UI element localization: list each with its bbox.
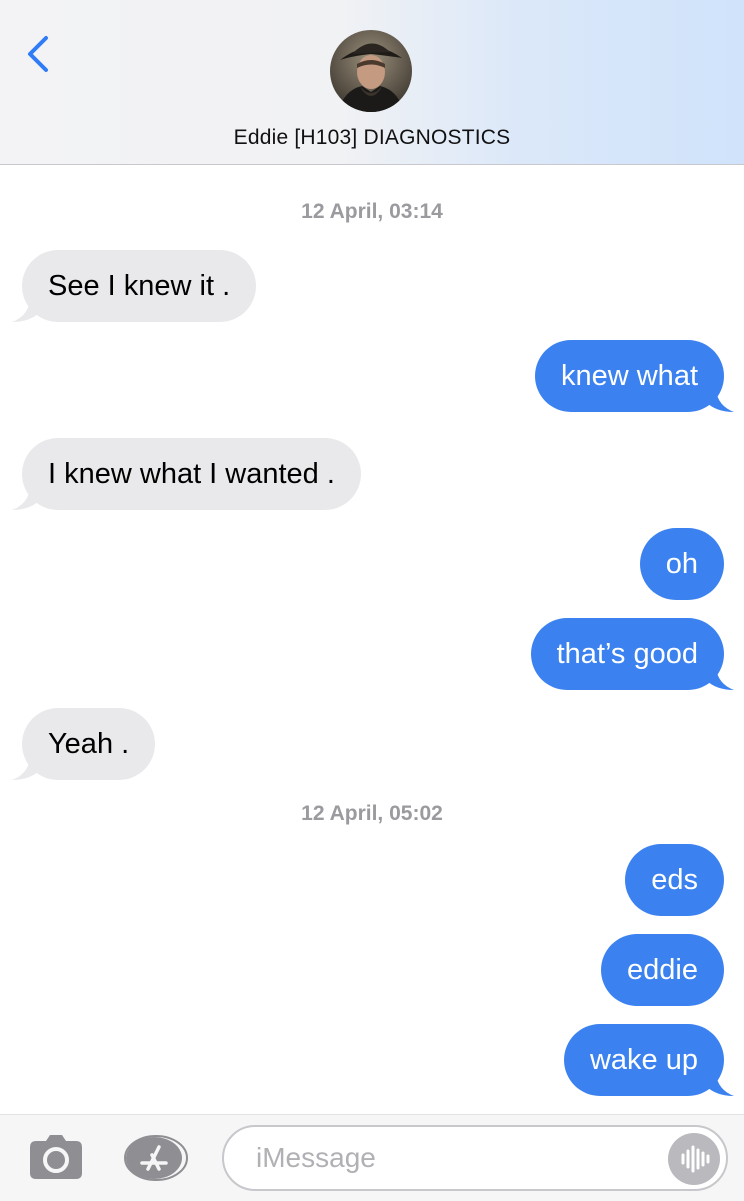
message-text: eds bbox=[651, 864, 698, 896]
avatar[interactable] bbox=[330, 30, 412, 112]
timestamp: 12 April, 05:02 bbox=[301, 802, 443, 825]
message-bubble-outgoing[interactable]: knew what bbox=[534, 340, 734, 412]
bubble-tail bbox=[12, 758, 40, 780]
message-bubble-outgoing[interactable]: eddie bbox=[601, 934, 724, 1006]
message-text: wake up bbox=[589, 1044, 698, 1076]
message-bubble-outgoing[interactable]: eds bbox=[625, 844, 724, 916]
bubble-tail bbox=[706, 1074, 734, 1096]
message-text: eddie bbox=[627, 954, 698, 986]
message-input[interactable]: iMessage bbox=[222, 1125, 728, 1191]
camera-button[interactable] bbox=[30, 1135, 82, 1179]
bubble-tail bbox=[706, 668, 734, 690]
chevron-left-icon bbox=[28, 36, 48, 72]
bubble-tail bbox=[706, 390, 734, 412]
timestamp: 12 April, 03:14 bbox=[301, 200, 443, 223]
app-store-button[interactable] bbox=[124, 1135, 188, 1181]
audio-message-button[interactable] bbox=[668, 1133, 720, 1185]
audio-waveform-icon bbox=[681, 1145, 710, 1173]
message-text: that’s good bbox=[556, 638, 698, 670]
conversation-header: Eddie [H103] DIAGNOSTICS bbox=[0, 0, 744, 165]
message-bubble-outgoing[interactable]: that’s good bbox=[530, 618, 734, 690]
bubble-tail bbox=[12, 488, 40, 510]
bubble-tail bbox=[12, 300, 40, 322]
message-bubble-incoming[interactable]: I knew what I wanted . bbox=[12, 438, 361, 510]
message-input-bar: iMessage bbox=[0, 1114, 744, 1201]
message-text: oh bbox=[665, 548, 698, 580]
message-text: knew what bbox=[560, 360, 698, 392]
camera-icon bbox=[30, 1135, 82, 1179]
app-store-icon bbox=[124, 1135, 188, 1181]
message-bubble-outgoing[interactable]: wake up bbox=[563, 1024, 734, 1096]
contact-name[interactable]: Eddie [H103] DIAGNOSTICS bbox=[0, 126, 744, 150]
back-button[interactable] bbox=[22, 30, 58, 78]
message-text: I knew what I wanted . bbox=[48, 458, 335, 490]
message-input-placeholder: iMessage bbox=[256, 1142, 376, 1173]
message-text: See I knew it . bbox=[48, 270, 231, 302]
message-text: Yeah . bbox=[48, 728, 130, 760]
contact-photo bbox=[330, 30, 412, 112]
message-bubble-outgoing[interactable]: oh bbox=[639, 528, 724, 600]
message-bubble-incoming[interactable]: See I knew it . bbox=[12, 250, 257, 322]
message-bubble-incoming[interactable]: Yeah . bbox=[12, 708, 156, 780]
